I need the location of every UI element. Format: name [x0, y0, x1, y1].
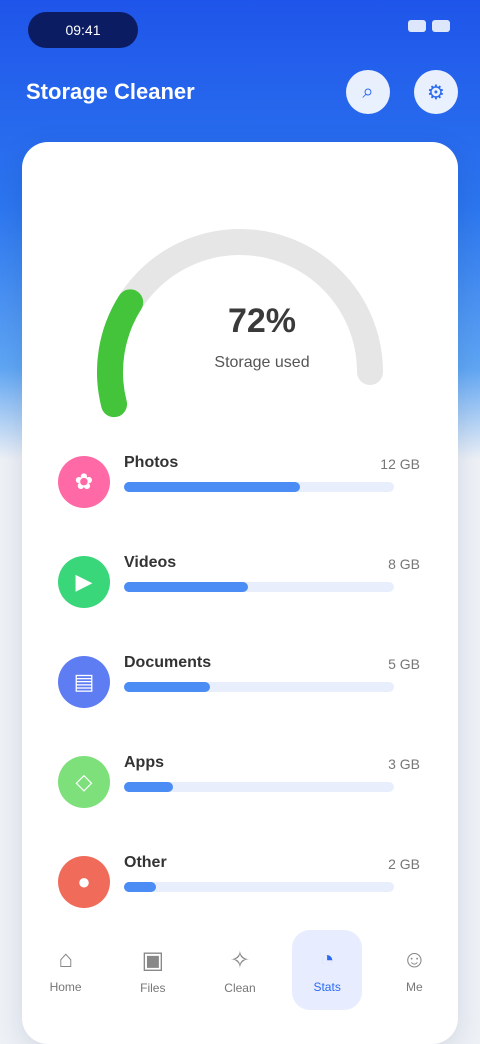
folder-icon: ▣	[141, 946, 165, 974]
item-bar-track	[124, 782, 394, 792]
page-title: Storage Cleaner	[26, 79, 195, 104]
user-icon: ☺	[402, 946, 427, 973]
gear-icon: ⚙	[427, 81, 445, 104]
item-size: 12 GB	[380, 456, 420, 472]
list-item[interactable]: ◇ Apps 3 GB	[22, 742, 458, 838]
system-icons	[408, 20, 450, 34]
broom-icon: ✧	[229, 946, 251, 974]
item-bar-fill	[124, 582, 249, 592]
list-item[interactable]: ▶ Videos 8 GB	[22, 542, 458, 638]
nav-stats[interactable]: ◔ Stats	[292, 930, 363, 1010]
item-size: 3 GB	[388, 756, 420, 772]
item-bar-track	[124, 582, 394, 592]
storage-gauge: 72% Storage used	[22, 142, 458, 442]
item-name: Documents	[124, 654, 212, 671]
status-bar: 09:41	[0, 0, 480, 60]
item-name: Photos	[124, 454, 179, 471]
nav-me[interactable]: ☺ Me	[379, 930, 449, 1010]
gauge-label: Storage used	[214, 354, 310, 371]
gauge-svg	[97, 229, 383, 418]
photos-icon: ✿	[58, 456, 110, 508]
nav-label: Files	[140, 980, 166, 995]
app-header: Storage Cleaner ⌕ ⚙	[0, 62, 480, 122]
nav-clean[interactable]: ✧ Clean	[205, 930, 275, 1010]
item-bar-fill	[124, 882, 157, 892]
item-bar-track	[124, 682, 394, 692]
item-bar-fill	[124, 782, 173, 792]
signal-icon	[408, 20, 426, 32]
search-icon: ⌕	[362, 80, 374, 103]
time-pill: 09:41	[28, 12, 138, 48]
documents-icon: ▤	[58, 656, 110, 708]
settings-button[interactable]: ⚙	[414, 70, 458, 114]
gauge-value: 72%	[227, 302, 297, 340]
chart-icon: ◔	[319, 946, 335, 973]
item-name: Other	[124, 854, 167, 871]
search-button[interactable]: ⌕	[346, 70, 390, 114]
videos-icon: ▶	[58, 556, 110, 608]
apps-icon: ◇	[58, 756, 110, 808]
home-icon: ⌂	[58, 946, 73, 973]
item-name: Apps	[124, 754, 164, 771]
nav-label: Home	[49, 980, 82, 994]
status-time: 09:41	[65, 22, 101, 38]
nav-label: Me	[406, 980, 423, 994]
item-bar-fill	[124, 482, 300, 492]
list-item[interactable]: ▤ Documents 5 GB	[22, 642, 458, 738]
nav-files[interactable]: ▣ Files	[118, 930, 188, 1010]
list-item[interactable]: ✿ Photos 12 GB	[22, 442, 458, 538]
storage-card: 72% Storage used ✿ Photos 12 GB ▶ Videos…	[22, 142, 458, 1044]
item-size: 2 GB	[388, 856, 420, 872]
item-name: Videos	[124, 554, 177, 571]
item-bar-track	[124, 882, 394, 892]
item-bar-track	[124, 482, 394, 492]
battery-icon	[432, 20, 450, 32]
bottom-nav: ⌂ Home ▣ Files ✧ Clean ◔ Stats ☺ Me	[22, 920, 458, 1020]
nav-home[interactable]: ⌂ Home	[31, 930, 101, 1010]
item-bar-fill	[124, 682, 211, 692]
item-size: 5 GB	[388, 656, 420, 672]
other-icon: ●	[58, 856, 110, 908]
gauge-fill	[97, 289, 144, 418]
nav-label: Clean	[224, 980, 256, 995]
item-size: 8 GB	[388, 556, 420, 572]
nav-label: Stats	[313, 980, 341, 994]
